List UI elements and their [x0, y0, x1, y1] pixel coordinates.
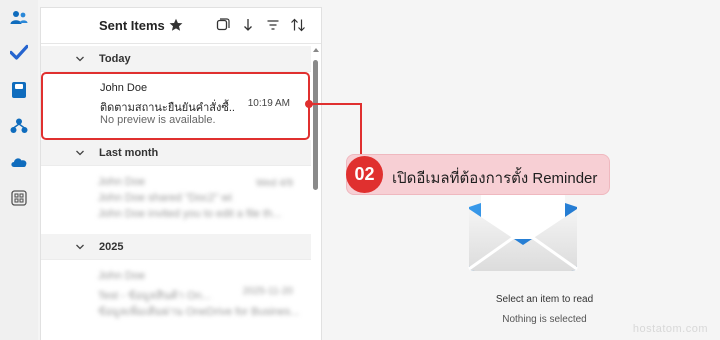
group-label: 2025 [99, 241, 124, 253]
mail-time: Wed 4/9 [255, 178, 293, 189]
group-header-today[interactable]: Today [41, 46, 311, 72]
mail-sender: John Doe [98, 270, 146, 282]
group-label: Last month [99, 147, 159, 159]
files-icon[interactable] [8, 79, 30, 101]
app-rail [0, 0, 38, 340]
sort-icon[interactable] [290, 17, 306, 33]
message-list-pane: Sent Items Today John Doe ติดตามสถานะยืน… [40, 7, 322, 340]
mail-item[interactable]: John Doe John Doe shared "Doc2" wi... We… [41, 168, 311, 236]
jump-down-icon[interactable] [240, 17, 256, 33]
select-mode-icon[interactable] [215, 17, 231, 33]
empty-state-title: Select an item to read [495, 294, 594, 305]
folder-title: Sent Items [99, 18, 165, 33]
group-header-last-month[interactable]: Last month [41, 140, 311, 166]
mail-time: 2025-11-20 [242, 286, 293, 297]
mail-item[interactable]: John Doe Test - ข้อมูลสินค้า On... 2025-… [41, 262, 311, 330]
step-badge: 02 [346, 156, 383, 193]
filter-icon[interactable] [265, 17, 281, 33]
org-icon[interactable] [8, 115, 30, 137]
mail-preview: No preview is available. [100, 114, 216, 126]
chevron-down-icon [76, 56, 84, 62]
mail-time: 10:19 AM [247, 98, 290, 109]
list-header: Sent Items [41, 8, 321, 44]
people-icon[interactable] [8, 7, 30, 29]
empty-mail-illustration [468, 189, 578, 271]
group-label: Today [99, 53, 131, 65]
mail-item-selected[interactable]: John Doe ติดตามสถานะยืนยันคำสั่งซื้... 1… [41, 72, 310, 140]
mail-sender: John Doe [100, 82, 148, 94]
mail-sender: John Doe [98, 176, 146, 188]
watermark: hostatom.com [632, 323, 708, 335]
chevron-down-icon [76, 244, 84, 250]
mail-subject: John Doe shared "Doc2" wi... [98, 192, 233, 204]
chevron-down-icon [76, 150, 84, 156]
onedrive-cloud-icon[interactable] [8, 151, 30, 173]
star-icon[interactable] [168, 17, 184, 33]
scroll-up-arrow-icon[interactable] [313, 48, 319, 52]
list-scrollbar[interactable] [312, 48, 320, 340]
annotation-dot [305, 100, 313, 108]
todo-check-icon[interactable] [8, 41, 30, 63]
mail-preview: John Doe invited you to edit a file th..… [98, 208, 282, 220]
mail-preview: ข้อมูลเพิ่มเติมผ่าน OneDrive for Busines… [98, 306, 300, 318]
apps-icon[interactable] [8, 187, 30, 209]
group-header-2025[interactable]: 2025 [41, 234, 311, 260]
annotation-text: เปิดอีเมลที่ต้องการตั้ง Reminder [392, 170, 598, 187]
